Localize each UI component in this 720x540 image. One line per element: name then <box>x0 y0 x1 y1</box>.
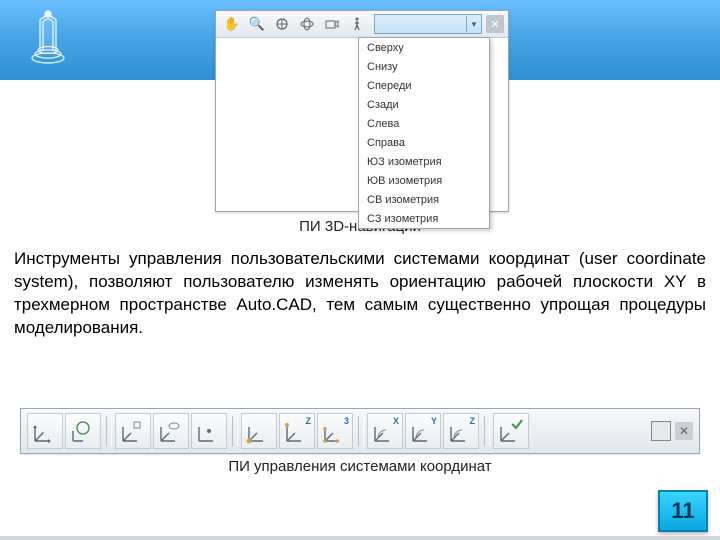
ucs-world[interactable] <box>27 413 63 449</box>
z-label: Z <box>306 416 312 426</box>
ucs-apply[interactable] <box>493 413 529 449</box>
three-label: 3 <box>344 416 349 426</box>
page-number: 11 <box>658 490 708 532</box>
paragraph-text: Инструменты управления пользовательскими… <box>14 248 706 340</box>
nav-toolbar-panel: ✋ 🔍 ▾ ✕ Сверху Снизу Спереди Сзади Слева… <box>215 10 509 212</box>
view-option[interactable]: СВ изометрия <box>359 190 489 209</box>
view-dropdown[interactable]: ▾ <box>374 14 482 34</box>
caption-ucs: ПИ управления системами координат <box>0 458 720 475</box>
view-option[interactable]: Сверху <box>359 38 489 57</box>
view-dropdown-list: Сверху Снизу Спереди Сзади Слева Справа … <box>358 37 490 229</box>
footer-divider <box>0 536 720 540</box>
view-option[interactable]: ЮВ изометрия <box>359 171 489 190</box>
ucs-face[interactable] <box>115 413 151 449</box>
x-label: X <box>393 416 399 426</box>
view-option[interactable]: СЗ изометрия <box>359 209 489 228</box>
view-option[interactable]: Спереди <box>359 76 489 95</box>
view-option[interactable]: Справа <box>359 133 489 152</box>
ucs-z[interactable]: Z <box>443 413 479 449</box>
separator <box>484 416 490 446</box>
separator <box>358 416 364 446</box>
ucs-object[interactable] <box>153 413 189 449</box>
close-icon[interactable]: ✕ <box>486 15 504 33</box>
ucs-zaxis[interactable]: Z <box>279 413 315 449</box>
ucs-toolbar: Z 3 X Y Z ✕ <box>20 408 700 454</box>
ucs-view[interactable] <box>191 413 227 449</box>
orbit-free-icon[interactable] <box>295 13 319 35</box>
view-option[interactable]: Сзади <box>359 95 489 114</box>
separator <box>106 416 112 446</box>
orbit-icon[interactable] <box>270 13 294 35</box>
y-label: Y <box>431 416 437 426</box>
close-icon[interactable]: ✕ <box>675 422 693 440</box>
ucs-previous[interactable] <box>65 413 101 449</box>
hand-icon[interactable]: ✋ <box>220 13 244 35</box>
ucs-y[interactable]: Y <box>405 413 441 449</box>
walk-icon[interactable] <box>345 13 369 35</box>
zoom-icon[interactable]: 🔍 <box>245 13 269 35</box>
building-logo-icon <box>28 8 68 68</box>
view-option[interactable]: Слева <box>359 114 489 133</box>
z-label: Z <box>470 416 476 426</box>
grip-icon[interactable] <box>651 421 671 441</box>
nav-toolbar: ✋ 🔍 ▾ ✕ <box>216 11 508 38</box>
chevron-down-icon: ▾ <box>466 16 481 32</box>
view-option[interactable]: Снизу <box>359 57 489 76</box>
separator <box>232 416 238 446</box>
ucs-origin[interactable] <box>241 413 277 449</box>
camera-icon[interactable] <box>320 13 344 35</box>
view-option[interactable]: ЮЗ изометрия <box>359 152 489 171</box>
ucs-3point[interactable]: 3 <box>317 413 353 449</box>
ucs-x[interactable]: X <box>367 413 403 449</box>
